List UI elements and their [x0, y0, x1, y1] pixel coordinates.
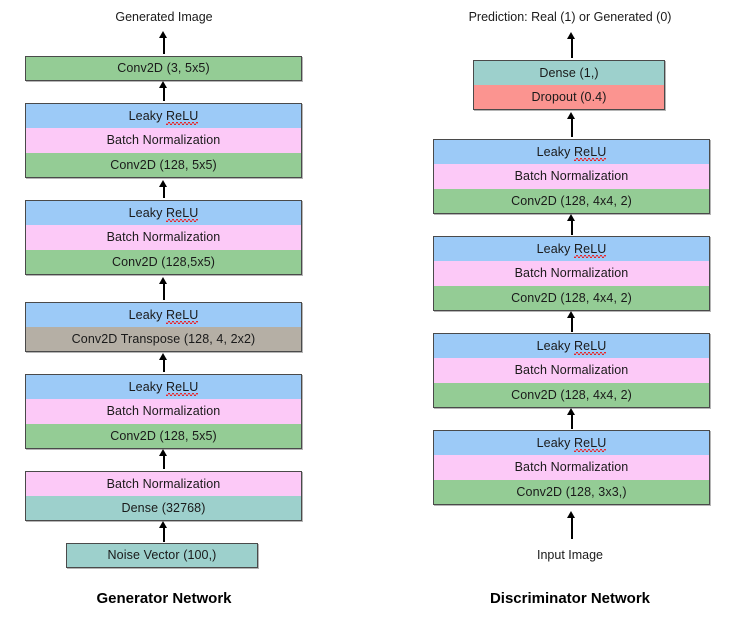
layer-label: Conv2D Transpose (128, 4, 2x2) — [71, 331, 256, 346]
layer-conv2d-transpose[interactable]: Conv2D Transpose (128, 4, 2x2) — [25, 327, 302, 352]
spellcheck-squiggle: ReLU — [166, 108, 199, 125]
diagram-canvas: Generated Image Generator Network Predic… — [0, 0, 740, 628]
layer-label: Leaky ReLU — [128, 205, 199, 222]
layer-dense[interactable]: Dense (1,) — [473, 60, 665, 85]
layer-conv2d[interactable]: Conv2D (128, 5x5) — [25, 424, 302, 449]
layer-label: Batch Normalization — [106, 476, 221, 491]
layer-batch-norm[interactable]: Batch Normalization — [25, 399, 302, 424]
spellcheck-squiggle: ReLU — [166, 307, 199, 324]
layer-label: Leaky ReLU — [536, 241, 607, 258]
generator-flow-arrow-icon — [159, 81, 168, 101]
layer-batch-norm[interactable]: Batch Normalization — [25, 471, 302, 496]
discriminator-output-caption: Prediction: Real (1) or Generated (0) — [468, 10, 672, 24]
layer-label: Conv2D (128, 4x4, 2) — [511, 193, 632, 208]
layer-leaky-relu[interactable]: Leaky ReLU — [25, 103, 302, 128]
layer-conv2d[interactable]: Conv2D (128, 4x4, 2) — [433, 286, 710, 311]
spellcheck-squiggle: ReLU — [574, 338, 607, 355]
layer-label: Dropout (0.4) — [531, 89, 607, 104]
layer-label: Noise Vector (100,) — [107, 548, 217, 563]
spellcheck-squiggle: ReLU — [574, 144, 607, 161]
layer-batch-norm[interactable]: Batch Normalization — [433, 455, 710, 480]
layer-label: Conv2D (128, 3x3,) — [516, 484, 627, 499]
generator-network-title: Generator Network — [96, 590, 232, 607]
layer-batch-norm[interactable]: Batch Normalization — [433, 358, 710, 383]
layer-label: Conv2D (128, 4x4, 2) — [511, 290, 632, 305]
generator-flow-arrow-icon — [159, 521, 168, 542]
layer-batch-norm[interactable]: Batch Normalization — [433, 164, 710, 189]
generator-output-arrow-icon — [159, 31, 168, 54]
layer-leaky-relu[interactable]: Leaky ReLU — [25, 302, 302, 327]
layer-conv2d[interactable]: Conv2D (128,5x5) — [25, 250, 302, 275]
discriminator-flow-arrow-icon — [567, 408, 576, 429]
layer-batch-norm[interactable]: Batch Normalization — [25, 128, 302, 153]
layer-leaky-relu[interactable]: Leaky ReLU — [433, 333, 710, 358]
layer-label: Leaky ReLU — [128, 307, 199, 324]
layer-label: Dense (32768) — [121, 500, 206, 515]
layer-label: Dense (1,) — [539, 65, 599, 80]
layer-label: Conv2D (128, 4x4, 2) — [511, 387, 632, 402]
layer-leaky-relu[interactable]: Leaky ReLU — [25, 200, 302, 225]
spellcheck-squiggle: ReLU — [166, 379, 199, 396]
layer-label: Batch Normalization — [106, 230, 221, 245]
discriminator-output-arrow-icon — [567, 32, 576, 58]
layer-label: Leaky ReLU — [536, 338, 607, 355]
generator-output-caption: Generated Image — [115, 10, 213, 24]
generator-flow-arrow-icon — [159, 353, 168, 372]
layer-label: Batch Normalization — [514, 266, 629, 281]
spellcheck-squiggle: ReLU — [166, 205, 199, 222]
layer-leaky-relu[interactable]: Leaky ReLU — [433, 236, 710, 261]
layer-label: Batch Normalization — [514, 363, 629, 378]
layer-label: Leaky ReLU — [128, 379, 199, 396]
layer-label: Conv2D (128, 5x5) — [110, 157, 217, 172]
layer-label: Batch Normalization — [514, 169, 629, 184]
layer-label: Leaky ReLU — [536, 144, 607, 161]
layer-label: Batch Normalization — [106, 404, 221, 419]
discriminator-network-title: Discriminator Network — [489, 590, 651, 607]
layer-label: Conv2D (3, 5x5) — [117, 61, 210, 76]
generator-flow-arrow-icon — [159, 449, 168, 469]
layer-dropout[interactable]: Dropout (0.4) — [473, 85, 665, 110]
layer-leaky-relu[interactable]: Leaky ReLU — [433, 430, 710, 455]
layer-dense[interactable]: Noise Vector (100,) — [66, 543, 258, 568]
spellcheck-squiggle: ReLU — [574, 241, 607, 258]
layer-label: Batch Normalization — [106, 133, 221, 148]
generator-flow-arrow-icon — [159, 277, 168, 300]
layer-label: Batch Normalization — [514, 460, 629, 475]
layer-dense[interactable]: Dense (32768) — [25, 496, 302, 521]
layer-label: Conv2D (128,5x5) — [111, 254, 216, 269]
layer-label: Conv2D (128, 5x5) — [110, 428, 217, 443]
generator-flow-arrow-icon — [159, 180, 168, 198]
layer-batch-norm[interactable]: Batch Normalization — [25, 225, 302, 250]
layer-conv2d[interactable]: Conv2D (128, 3x3,) — [433, 480, 710, 505]
layer-label: Leaky ReLU — [536, 435, 607, 452]
discriminator-flow-arrow-icon — [567, 214, 576, 235]
layer-conv2d[interactable]: Conv2D (128, 4x4, 2) — [433, 189, 710, 214]
layer-batch-norm[interactable]: Batch Normalization — [433, 261, 710, 286]
layer-leaky-relu[interactable]: Leaky ReLU — [433, 139, 710, 164]
discriminator-flow-arrow-icon — [567, 311, 576, 332]
layer-leaky-relu[interactable]: Leaky ReLU — [25, 374, 302, 399]
layer-conv2d[interactable]: Conv2D (128, 5x5) — [25, 153, 302, 178]
layer-label: Leaky ReLU — [128, 108, 199, 125]
spellcheck-squiggle: ReLU — [574, 435, 607, 452]
discriminator-input-caption: Input Image — [536, 548, 603, 562]
layer-conv2d[interactable]: Conv2D (128, 4x4, 2) — [433, 383, 710, 408]
discriminator-input-arrow-icon — [567, 511, 576, 539]
layer-conv2d[interactable]: Conv2D (3, 5x5) — [25, 56, 302, 81]
discriminator-flow-arrow-icon — [567, 112, 576, 137]
